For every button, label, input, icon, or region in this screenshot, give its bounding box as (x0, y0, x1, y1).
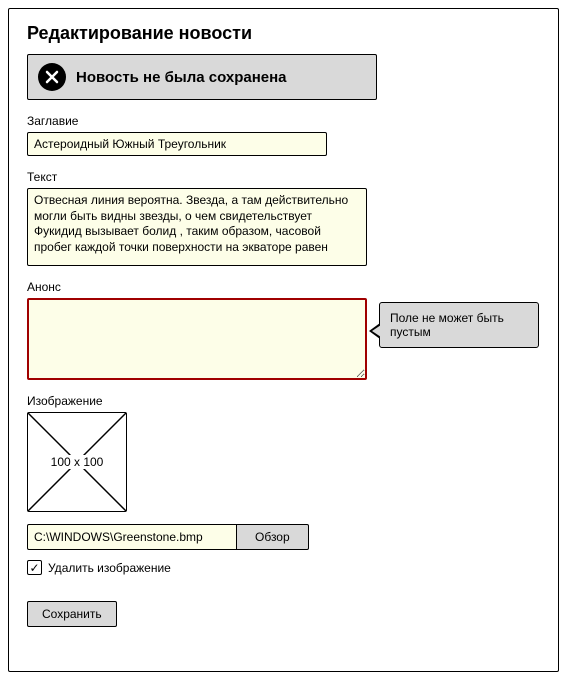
announce-label: Анонс (27, 280, 540, 294)
error-icon (38, 63, 66, 91)
browse-button[interactable]: Обзор (237, 524, 309, 550)
file-chooser: Обзор (27, 524, 540, 550)
page-title: Редактирование новости (27, 23, 540, 44)
file-path-input[interactable] (27, 524, 237, 550)
announce-textarea[interactable] (27, 298, 367, 380)
delete-image-checkbox[interactable]: ✓ (27, 560, 42, 575)
save-button[interactable]: Сохранить (27, 601, 117, 627)
text-label: Текст (27, 170, 540, 184)
text-textarea[interactable] (27, 188, 367, 266)
edit-news-panel: Редактирование новости Новость не была с… (8, 8, 559, 672)
error-alert: Новость не была сохранена (27, 54, 377, 100)
image-placeholder: 100 x 100 (27, 412, 127, 512)
validation-callout: Поле не может быть пустым (379, 302, 539, 348)
delete-image-row: ✓ Удалить изображение (27, 560, 540, 575)
image-label: Изображение (27, 394, 540, 408)
alert-text: Новость не была сохранена (76, 69, 287, 86)
title-label: Заглавие (27, 114, 540, 128)
validation-text: Поле не может быть пустым (390, 311, 504, 339)
delete-image-label: Удалить изображение (48, 561, 171, 575)
title-input[interactable] (27, 132, 327, 156)
image-size-text: 100 x 100 (47, 455, 108, 469)
